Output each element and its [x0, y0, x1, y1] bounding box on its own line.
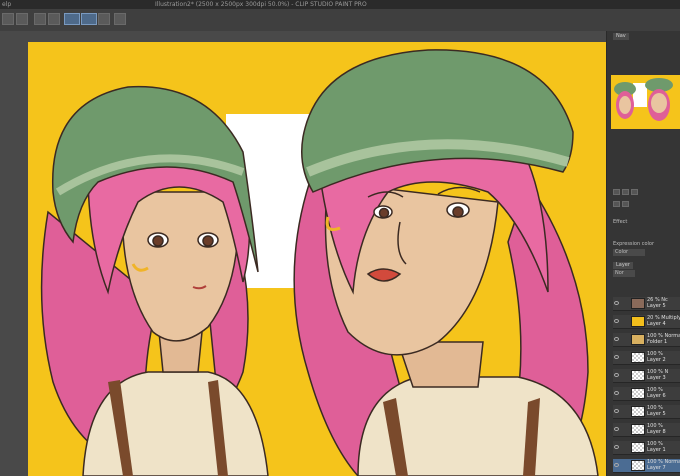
layer-name: Layer 4 [647, 321, 666, 327]
layer-tab[interactable]: Layer [613, 262, 633, 269]
eye-icon[interactable] [614, 463, 619, 467]
layer-thumbnail [631, 370, 645, 381]
pen-icon[interactable] [64, 13, 80, 25]
eye-icon[interactable] [614, 445, 619, 449]
expression-color-select[interactable]: Color [613, 249, 645, 256]
fit-button[interactable] [631, 189, 638, 195]
window-title: Illustration2* (2500 x 2500px 300dpi 50.… [155, 1, 367, 8]
canvas-area[interactable] [0, 31, 606, 476]
right-panel: Nav Effect Expression color Color Layer … [606, 31, 680, 476]
layer-row[interactable]: 100 % Normal Layer 7 [613, 459, 680, 473]
layer-thumbnail [631, 442, 645, 453]
layer-name: Layer 5 [647, 411, 666, 417]
settings-icon[interactable] [114, 13, 126, 25]
expression-color-label: Expression color [613, 241, 655, 247]
layer-name: Layer 3 [647, 375, 666, 381]
layer-name: Folder 1 [647, 339, 668, 345]
layer-row[interactable]: 100 % Layer 5 [613, 405, 680, 419]
title-bar: elp Illustration2* (2500 x 2500px 300dpi… [0, 0, 680, 9]
eye-icon[interactable] [614, 373, 619, 377]
layer-name: Layer 5 [647, 303, 666, 309]
layer-name: Layer 6 [647, 393, 666, 399]
eye-icon[interactable] [614, 409, 619, 413]
layer-name: Layer 7 [647, 465, 666, 471]
layer-thumbnail [631, 316, 645, 327]
brush-icon[interactable] [98, 13, 110, 25]
layer-row[interactable]: 100 % Layer 8 [613, 423, 680, 437]
open-icon[interactable] [16, 13, 28, 25]
artwork-canvas[interactable] [28, 42, 606, 476]
clear-icon[interactable] [34, 13, 46, 25]
new-icon[interactable] [2, 13, 14, 25]
layer-thumbnail [631, 460, 645, 471]
rotate-right-button[interactable] [622, 201, 629, 207]
zoom-out-button[interactable] [622, 189, 629, 195]
layer-row[interactable]: 100 % Layer 1 [613, 441, 680, 455]
layer-row[interactable]: 20 % Multiply Layer 4 [613, 315, 680, 329]
layer-thumbnail [631, 406, 645, 417]
eye-icon[interactable] [614, 337, 619, 341]
layer-thumbnail [631, 388, 645, 399]
layer-row[interactable]: 26 % Nc Layer 5 [613, 297, 680, 311]
help-menu[interactable]: elp [2, 0, 11, 9]
layer-thumbnail [631, 424, 645, 435]
layer-thumbnail [631, 298, 645, 309]
eye-icon[interactable] [614, 391, 619, 395]
layer-row[interactable]: 100 % N Layer 3 [613, 369, 680, 383]
layer-name: Layer 8 [647, 429, 666, 435]
layer-name: Layer 1 [647, 447, 666, 453]
layer-row[interactable]: 100 % Layer 6 [613, 387, 680, 401]
layer-name: Layer 2 [647, 357, 666, 363]
layer-thumbnail [631, 334, 645, 345]
layer-thumbnail [631, 352, 645, 363]
fill-icon[interactable] [48, 13, 60, 25]
command-bar [0, 9, 680, 32]
layer-row[interactable]: 100 % Normal Folder 1 [613, 333, 680, 347]
line-icon[interactable] [81, 13, 97, 25]
left-girl [40, 85, 269, 476]
eye-icon[interactable] [614, 355, 619, 359]
effect-label: Effect [613, 219, 628, 225]
eye-icon[interactable] [614, 301, 619, 305]
layer-row[interactable]: 100 % Layer 2 [613, 351, 680, 365]
blend-mode-select[interactable]: Nor [613, 270, 635, 277]
zoom-in-button[interactable] [613, 189, 620, 195]
navigator-thumbnail[interactable] [611, 75, 680, 129]
eye-icon[interactable] [614, 319, 619, 323]
eye-icon[interactable] [614, 427, 619, 431]
navigator-tab[interactable]: Nav [613, 33, 629, 40]
right-girl [293, 49, 599, 476]
rotate-left-button[interactable] [613, 201, 620, 207]
